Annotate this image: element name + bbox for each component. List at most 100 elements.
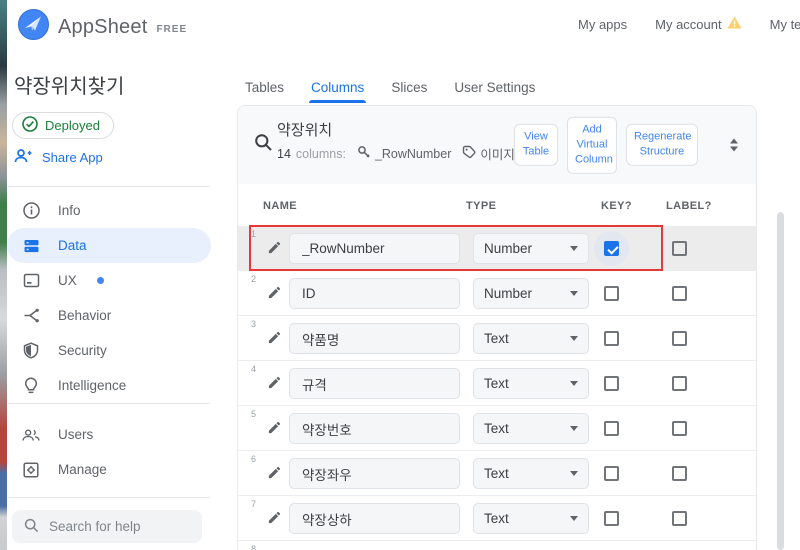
column-row: 3 Text — [238, 316, 756, 361]
sidebar-item-behavior[interactable]: Behavior — [7, 298, 211, 333]
ux-icon — [22, 272, 40, 290]
column-name-input[interactable] — [289, 413, 460, 444]
desktop-background-sliver — [0, 0, 7, 550]
column-row: 1 Number — [238, 225, 756, 271]
sidebar-item-users[interactable]: Users — [7, 417, 211, 452]
type-select-value: Text — [484, 331, 509, 346]
grid-header-key: KEY? — [601, 200, 632, 212]
sidebar-menu: Info Data UX Behavior Security Intellige… — [7, 193, 219, 403]
column-rows: 1 Number 2 Number 3 — [238, 225, 756, 550]
grid-header-name: NAME — [263, 200, 297, 212]
label-checkbox[interactable] — [672, 511, 687, 526]
edit-pencil-icon[interactable] — [267, 285, 282, 305]
sidebar-item-label: Users — [58, 427, 94, 442]
share-app-button[interactable]: Share App — [14, 149, 103, 166]
view-table-button[interactable]: View Table — [514, 124, 558, 166]
tag-icon — [462, 145, 476, 162]
key-checkbox[interactable] — [604, 331, 619, 346]
sidebar-item-label: Info — [58, 203, 81, 218]
sidebar-item-ux[interactable]: UX — [7, 263, 211, 298]
label-checkbox[interactable] — [672, 331, 687, 346]
row-number: 2 — [251, 274, 257, 284]
panel-actions: View Table Add Virtual Column Regenerate… — [514, 116, 698, 174]
column-type-select[interactable]: Number — [473, 233, 589, 264]
add-virtual-column-button[interactable]: Add Virtual Column — [567, 116, 617, 174]
sidebar-item-data[interactable]: Data — [7, 228, 211, 263]
chevron-down-icon — [570, 336, 578, 341]
edit-pencil-icon[interactable] — [267, 240, 282, 260]
column-type-select[interactable]: Text — [473, 503, 589, 534]
nav-my-account[interactable]: My account — [655, 16, 742, 32]
app-title: 약장위치찾기 — [14, 76, 125, 98]
sidebar-divider — [8, 403, 210, 404]
nav-my-apps[interactable]: My apps — [578, 17, 627, 32]
edit-pencil-icon[interactable] — [267, 465, 282, 485]
page-scrollbar[interactable] — [777, 212, 784, 550]
table-name: 약장위치 — [277, 122, 333, 139]
unfold-panel-icon[interactable] — [730, 138, 738, 152]
tab-user-settings[interactable]: User Settings — [454, 80, 535, 103]
column-type-select[interactable]: Text — [473, 368, 589, 399]
label-checkbox[interactable] — [672, 466, 687, 481]
key-checkbox[interactable] — [604, 466, 619, 481]
sidebar-item-info[interactable]: Info — [7, 193, 211, 228]
key-checkbox[interactable] — [604, 421, 619, 436]
column-name-input[interactable] — [289, 278, 460, 309]
regenerate-structure-button[interactable]: Regenerate Structure — [626, 124, 698, 166]
tab-slices[interactable]: Slices — [391, 80, 427, 103]
label-checkbox[interactable] — [672, 421, 687, 436]
key-checkbox[interactable] — [604, 241, 619, 256]
sidebar: 약장위치찾기 Deployed Share App Info Data UX B… — [7, 0, 219, 550]
edit-pencil-icon[interactable] — [267, 375, 282, 395]
type-select-value: Number — [484, 286, 533, 301]
table-panel-header: 약장위치 14 columns: _RowNumber 이미지 View Tab… — [238, 106, 756, 184]
sidebar-item-label: Data — [58, 238, 87, 253]
deployed-check-icon — [22, 116, 38, 135]
sidebar-menu-secondary: Users Manage — [7, 417, 219, 487]
key-checkbox[interactable] — [604, 286, 619, 301]
nav-my-team[interactable]: My team — [770, 17, 800, 32]
chevron-down-icon — [570, 426, 578, 431]
tab-columns[interactable]: Columns — [309, 80, 367, 103]
column-name-input[interactable] — [289, 323, 460, 354]
key-checkbox[interactable] — [604, 511, 619, 526]
row-number: 4 — [251, 364, 257, 374]
label-checkbox[interactable] — [672, 241, 687, 256]
deployed-badge[interactable]: Deployed — [12, 112, 114, 139]
sidebar-item-label: UX — [58, 273, 77, 288]
tab-tables[interactable]: Tables — [245, 80, 284, 103]
column-type-select[interactable]: Text — [473, 413, 589, 444]
column-type-select[interactable]: Number — [473, 278, 589, 309]
sidebar-item-security[interactable]: Security — [7, 333, 211, 368]
edit-pencil-icon[interactable] — [267, 420, 282, 440]
grid-header-label: LABEL? — [666, 200, 712, 212]
column-type-select[interactable]: Text — [473, 458, 589, 489]
grid-header-type: TYPE — [466, 200, 497, 212]
search-columns-icon[interactable] — [254, 133, 273, 157]
column-row: 7 Text — [238, 496, 756, 541]
sidebar-divider — [8, 497, 210, 498]
column-name-input[interactable] — [289, 458, 460, 489]
column-name-input[interactable] — [289, 368, 460, 399]
share-app-icon — [14, 149, 32, 166]
table-tabs: Tables Columns Slices User Settings — [245, 80, 535, 103]
label-checkbox[interactable] — [672, 376, 687, 391]
column-type-select[interactable]: Text — [473, 323, 589, 354]
edit-pencil-icon[interactable] — [267, 330, 282, 350]
label-checkbox[interactable] — [672, 286, 687, 301]
column-name-input[interactable] — [289, 503, 460, 534]
share-app-label: Share App — [42, 150, 103, 165]
edit-pencil-icon[interactable] — [267, 510, 282, 530]
column-name-input[interactable] — [289, 233, 460, 264]
behavior-icon — [22, 307, 40, 325]
help-search-input[interactable]: Search for help — [12, 510, 202, 543]
sidebar-item-intelligence[interactable]: Intelligence — [7, 368, 211, 403]
sidebar-item-manage[interactable]: Manage — [7, 452, 211, 487]
key-checkbox[interactable] — [604, 376, 619, 391]
row-number: 5 — [251, 409, 257, 419]
sidebar-item-label: Behavior — [58, 308, 112, 323]
type-select-value: Number — [484, 241, 533, 256]
search-icon — [24, 518, 39, 536]
chevron-down-icon — [570, 516, 578, 521]
manage-icon — [22, 461, 40, 479]
